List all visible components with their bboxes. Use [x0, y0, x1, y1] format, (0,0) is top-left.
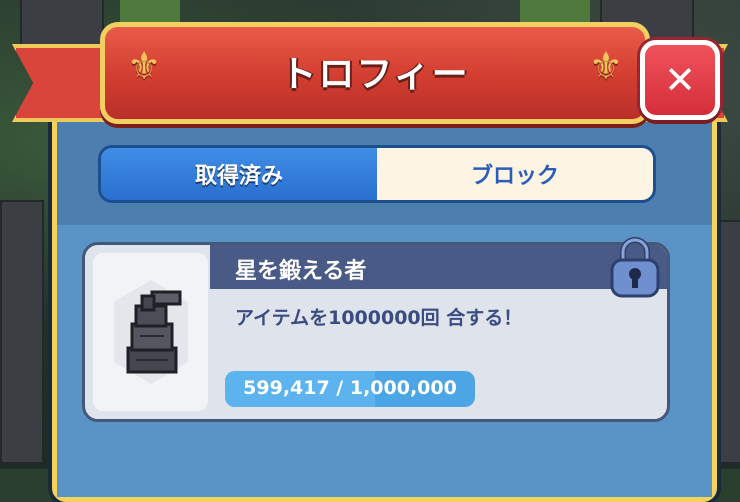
- trophy-description: アイテムを1000000回 合する！: [235, 307, 523, 329]
- page-title: トロフィー: [280, 54, 470, 95]
- title-ribbon: ⚜ トロフィー ⚜: [100, 22, 650, 124]
- stone-tower-icon: [113, 280, 188, 384]
- close-icon: ✕: [664, 58, 696, 102]
- close-button[interactable]: ✕: [640, 40, 720, 120]
- trophy-tabs: 取得済み ブロック: [98, 145, 656, 203]
- padlock-icon: [606, 234, 664, 300]
- fleur-de-lis-icon: ⚜: [588, 44, 623, 88]
- progress-bar: 599,417 / 1,000,000: [225, 371, 475, 407]
- trophy-icon-box: [93, 253, 208, 411]
- tab-blocked[interactable]: ブロック: [377, 148, 653, 200]
- trophy-card[interactable]: 星を鍛える者 アイテムを1000000回 合する！ 599,417 / 1,00…: [82, 242, 670, 422]
- tab-acquired[interactable]: 取得済み: [101, 148, 377, 200]
- trophy-name: 星を鍛える者: [235, 259, 367, 284]
- progress-text: 599,417 / 1,000,000: [243, 377, 457, 399]
